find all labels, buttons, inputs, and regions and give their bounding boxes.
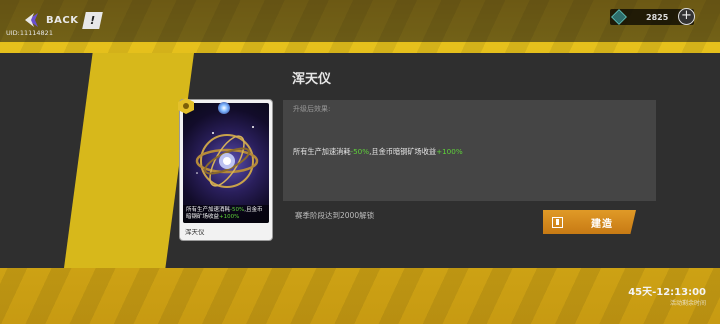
card-desc-value2: +100% (219, 214, 240, 220)
effect-prefix: 所有生产加速消耗 (293, 147, 351, 156)
back-arrow-icon (25, 13, 38, 27)
unlock-requirement: 赛季阶段达到2000解锁 (295, 211, 375, 220)
armillary-sphere-art: 所有生产加速消耗-50%,且金币暗钢矿场收益+100% (183, 103, 269, 223)
top-bar: BACK ! UID:11114821 2825 + (0, 0, 720, 42)
currency-value: 2825 (646, 12, 669, 22)
card-desc-prefix: 所有生产加速消耗 (186, 207, 231, 213)
effect-panel: 升级后效果: 所有生产加速消耗-50%,且金币暗钢矿场收益+100% (283, 100, 656, 201)
effect-label: 升级后效果: (293, 105, 331, 113)
effect-description: 所有生产加速消耗-50%,且金币暗钢矿场收益+100% (293, 147, 463, 157)
card-orb-icon (218, 102, 230, 114)
effect-mid: ,且金币暗钢矿场收益 (369, 147, 437, 156)
card-description: 所有生产加速消耗-50%,且金币暗钢矿场收益+100% (183, 205, 269, 223)
build-icon (552, 216, 563, 228)
card-name: 浑天仪 (185, 228, 205, 236)
event-timer-caption: 活动剩余时间 (669, 300, 706, 307)
effect-value2: +100% (436, 147, 463, 156)
back-label: BACK (46, 14, 79, 26)
event-timer: 45天-12:13:00 (628, 287, 706, 298)
build-label: 建造 (591, 218, 613, 230)
building-card[interactable]: 所有生产加速消耗-50%,且金币暗钢矿场收益+100% 浑天仪 (180, 100, 272, 240)
add-currency-button[interactable]: + (678, 8, 695, 25)
build-button[interactable]: 建造 (543, 210, 636, 234)
building-title: 浑天仪 (292, 72, 332, 87)
uid-label: UID:11114821 (6, 29, 53, 37)
card-desc-value1: -50% (230, 207, 245, 213)
effect-value1: -50% (350, 147, 370, 156)
help-icon[interactable]: ! (82, 12, 103, 29)
crystal-icon (611, 9, 627, 25)
